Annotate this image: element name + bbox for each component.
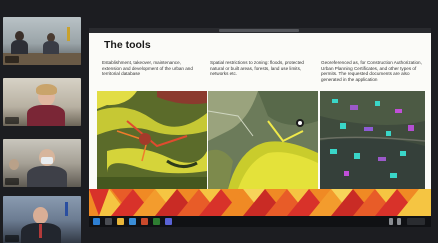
participant-tile-2[interactable] (3, 78, 81, 126)
participant-name-tag (5, 56, 19, 63)
participant-person (43, 41, 59, 54)
presentation-toolbar (89, 28, 431, 33)
column-1-text: Establishment, takeover, maintenance, ex… (102, 60, 193, 77)
search-icon[interactable] (105, 218, 112, 225)
participant-tile-4[interactable] (3, 196, 81, 243)
participant-tile-1[interactable] (3, 17, 81, 65)
map-image-urban-database (97, 91, 207, 189)
column-3-text: Georeferenced as, for Construction Autho… (321, 60, 422, 82)
map-image-permits (320, 91, 425, 189)
map-image-spatial-restrictions (208, 91, 318, 189)
decorative-triangle-band (89, 189, 431, 216)
participant-person (27, 166, 67, 187)
video-call-window: The tools Establishment, takeover, maint… (0, 0, 438, 243)
taskbar (89, 216, 431, 227)
column-2-text: Spatial restrictions to zoning: floods, … (210, 60, 304, 77)
clock[interactable] (407, 218, 425, 225)
participant-name-tag (5, 117, 19, 124)
browser-icon[interactable] (129, 218, 136, 225)
volume-icon[interactable] (397, 218, 401, 225)
participant-person (33, 207, 48, 224)
flag (67, 27, 70, 41)
necktie (39, 224, 42, 238)
start-icon[interactable] (93, 218, 100, 225)
participant-name-tag (5, 178, 19, 185)
shared-screen-slide: The tools Establishment, takeover, maint… (89, 28, 431, 216)
participant-person (11, 40, 28, 54)
participant-list (0, 0, 84, 243)
spreadsheet-app-icon[interactable] (153, 218, 160, 225)
participant-tile-3[interactable] (3, 139, 81, 187)
flag (65, 202, 68, 216)
meeting-app-icon[interactable] (165, 218, 172, 225)
participant-person (27, 105, 65, 126)
participant-hair (36, 84, 57, 95)
folder-icon[interactable] (117, 218, 124, 225)
network-icon[interactable] (389, 218, 393, 225)
participant-name-tag (5, 235, 19, 242)
participant-person (9, 159, 19, 170)
presentation-app-icon[interactable] (141, 218, 148, 225)
face-mask (41, 157, 53, 164)
slide-title: The tools (104, 39, 151, 51)
